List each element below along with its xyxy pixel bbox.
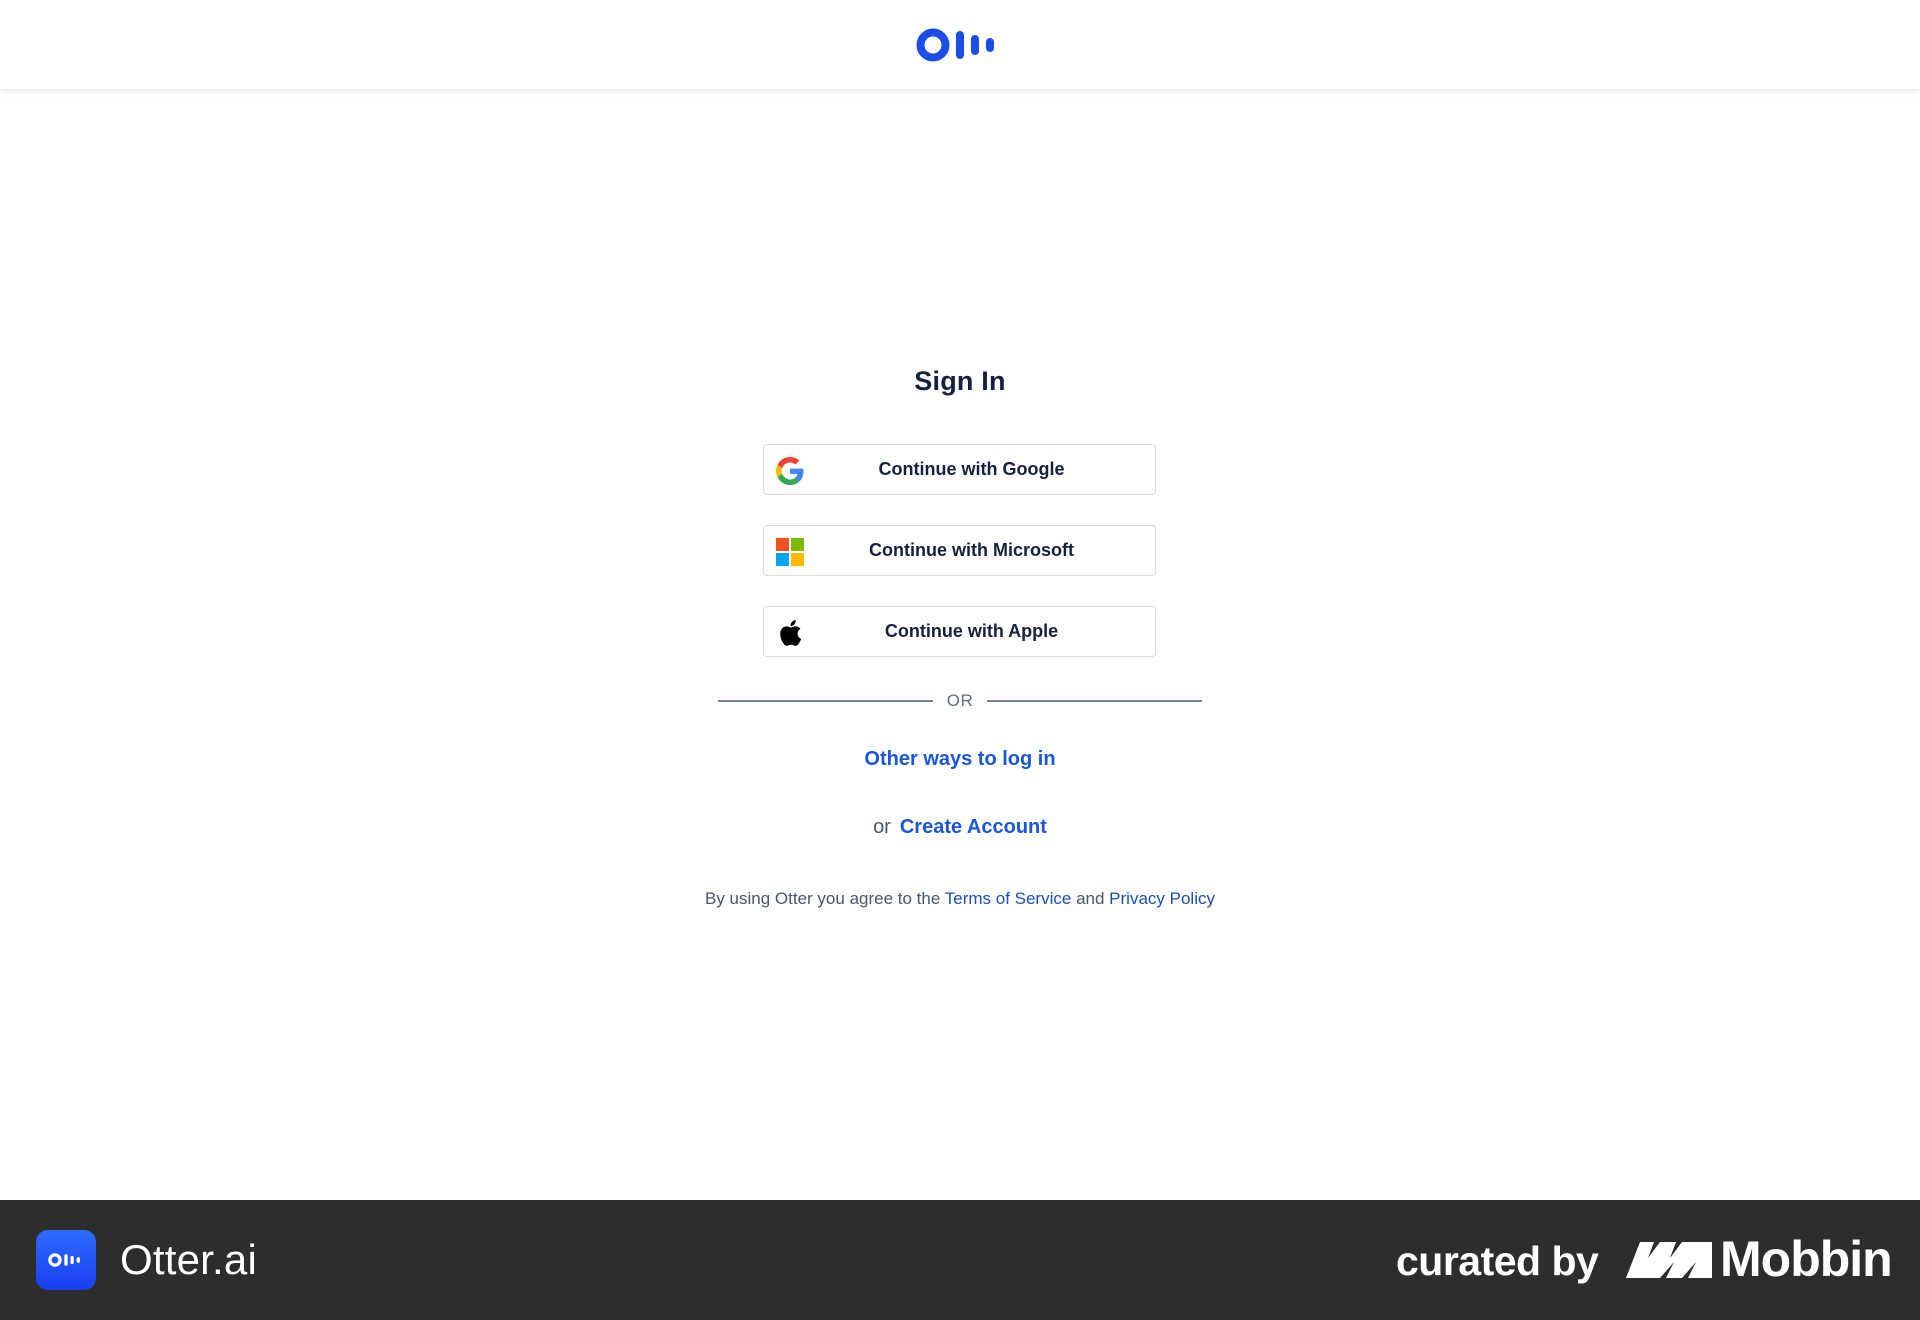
top-header [0,0,1920,89]
apple-button-label: Continue with Apple [884,621,1059,641]
page-title: Sign In [914,366,1006,396]
footer-banner: Otter.ai curated by Mobbin [0,1200,1920,1320]
continue-with-apple-button[interactable]: Continue with Apple [763,606,1156,657]
or-divider: OR [718,690,1202,712]
divider-text: OR [946,691,974,710]
otter-app-icon [36,1230,96,1290]
curated-by-label: curated by [1396,1238,1599,1284]
google-button-label: Continue with Google [878,459,1065,479]
terms-notice: By using Otter you agree to the Terms of… [0,889,1920,909]
app-name: Otter.ai [120,1236,257,1283]
terms-prefix: By using Otter you agree to the [705,889,941,908]
divider-line-right [987,700,1202,702]
apple-icon [776,619,804,647]
otter-logo-icon[interactable] [916,27,1004,63]
google-icon [776,457,804,485]
or-label: or [873,816,891,838]
continue-with-microsoft-button[interactable]: Continue with Microsoft [763,525,1156,576]
microsoft-button-label: Continue with Microsoft [869,540,1074,560]
terms-and: and [1076,889,1105,908]
create-account-row: or Create Account [0,816,1920,839]
other-ways-link[interactable]: Other ways to log in [864,748,1055,770]
mobbin-wordmark: Mobbin [1720,1231,1893,1287]
continue-with-google-button[interactable]: Continue with Google [763,444,1156,495]
divider-line-left [718,700,933,702]
terms-of-service-link[interactable]: Terms of Service [945,889,1072,908]
privacy-policy-link[interactable]: Privacy Policy [1109,889,1215,908]
create-account-link[interactable]: Create Account [900,816,1047,838]
page: Sign In Continue with Google Continue wi… [0,0,1920,1320]
microsoft-icon [776,538,804,566]
other-ways-row: Other ways to log in [0,748,1920,771]
mobbin-logo-icon [1626,1242,1712,1278]
